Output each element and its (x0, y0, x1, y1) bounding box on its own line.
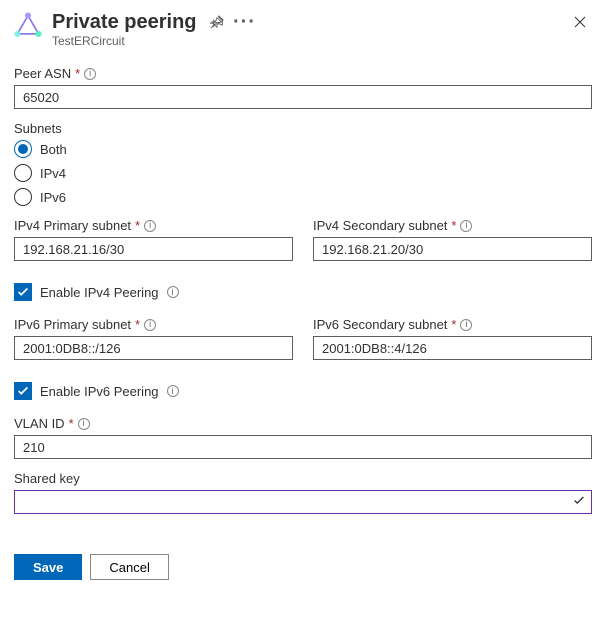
ipv6-secondary-input[interactable] (313, 336, 592, 360)
info-icon[interactable]: i (144, 220, 156, 232)
breadcrumb: TestERCircuit (52, 34, 592, 48)
info-icon[interactable]: i (78, 418, 90, 430)
peering-icon (14, 12, 42, 40)
info-icon[interactable]: i (167, 385, 179, 397)
required-indicator: * (135, 218, 140, 233)
page-title: Private peering (52, 10, 197, 34)
cancel-button[interactable]: Cancel (90, 554, 168, 580)
info-icon[interactable]: i (460, 319, 472, 331)
required-indicator: * (451, 218, 456, 233)
info-icon[interactable]: i (460, 220, 472, 232)
vlan-id-label: VLAN ID (14, 416, 65, 431)
subnets-radio-group: Both IPv4 IPv6 (14, 140, 592, 206)
radio-label: IPv4 (40, 166, 66, 181)
checkbox-icon (14, 283, 32, 301)
peer-asn-label: Peer ASN (14, 66, 71, 81)
required-indicator: * (135, 317, 140, 332)
ipv6-primary-label: IPv6 Primary subnet (14, 317, 131, 332)
shared-key-label: Shared key (14, 471, 80, 486)
enable-ipv6-checkbox[interactable]: Enable IPv6 Peering i (14, 382, 592, 400)
subnets-radio-ipv6[interactable]: IPv6 (14, 188, 592, 206)
close-button[interactable] (570, 12, 590, 32)
shared-key-input[interactable] (14, 490, 592, 514)
subnets-label: Subnets (14, 121, 62, 136)
info-icon[interactable]: i (167, 286, 179, 298)
ipv4-primary-label: IPv4 Primary subnet (14, 218, 131, 233)
peer-asn-input[interactable] (14, 85, 592, 109)
subnets-radio-both[interactable]: Both (14, 140, 592, 158)
required-indicator: * (69, 416, 74, 431)
ipv4-secondary-label: IPv4 Secondary subnet (313, 218, 447, 233)
ipv6-primary-input[interactable] (14, 336, 293, 360)
ipv4-secondary-input[interactable] (313, 237, 592, 261)
blade-header: Private peering ··· TestERCircuit (14, 10, 592, 48)
radio-label: IPv6 (40, 190, 66, 205)
checkbox-label: Enable IPv4 Peering (40, 285, 159, 300)
save-button[interactable]: Save (14, 554, 82, 580)
radio-label: Both (40, 142, 67, 157)
info-icon[interactable]: i (84, 68, 96, 80)
pin-button[interactable] (205, 10, 229, 34)
required-indicator: * (451, 317, 456, 332)
more-button[interactable]: ··· (233, 10, 257, 34)
ipv4-primary-input[interactable] (14, 237, 293, 261)
required-indicator: * (75, 66, 80, 81)
footer-actions: Save Cancel (14, 554, 592, 580)
subnets-radio-ipv4[interactable]: IPv4 (14, 164, 592, 182)
checkbox-icon (14, 382, 32, 400)
ipv6-secondary-label: IPv6 Secondary subnet (313, 317, 447, 332)
vlan-id-input[interactable] (14, 435, 592, 459)
checkbox-label: Enable IPv6 Peering (40, 384, 159, 399)
info-icon[interactable]: i (144, 319, 156, 331)
enable-ipv4-checkbox[interactable]: Enable IPv4 Peering i (14, 283, 592, 301)
